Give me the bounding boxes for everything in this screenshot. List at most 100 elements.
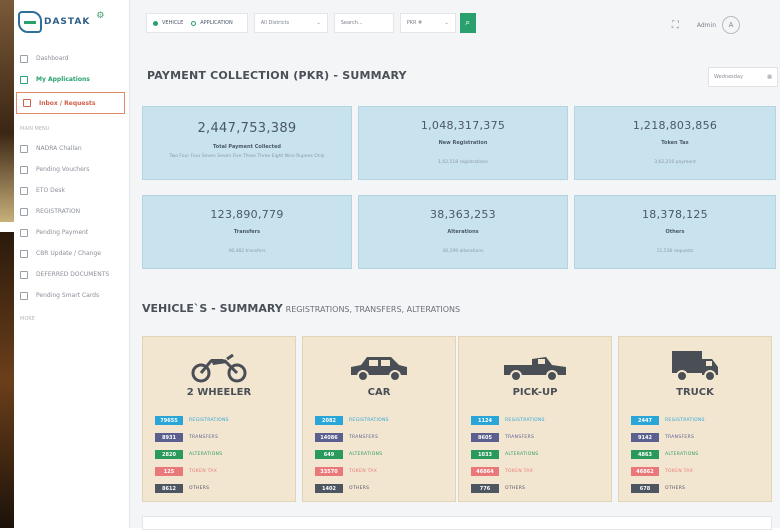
sidebar-item-dashboard[interactable]: Dashboard [14, 48, 129, 69]
sidebar-item-label: My Applications [36, 76, 90, 83]
search-input[interactable]: Search... [333, 13, 394, 33]
stat-row: 14086 TRANSFERS [315, 429, 455, 446]
card-value: 38,363,253 [430, 208, 496, 221]
stat-badge: 9142 [631, 433, 659, 442]
background-photo [0, 0, 14, 222]
stat-badge: 1124 [471, 416, 499, 425]
document-icon [20, 75, 28, 84]
stat-row: 2082 REGISTRATIONS [315, 412, 455, 429]
sidebar-item-label: Inbox / Requests [39, 99, 96, 107]
stat-label: TOKEN TAX [505, 469, 534, 474]
search-icon: ⌕ [465, 18, 471, 28]
section-title-text: VEHICLE`S - SUMMARY [142, 302, 283, 315]
stat-badge: 125 [155, 467, 183, 476]
stat-badge: 33570 [315, 467, 343, 476]
section-subtitle: REGISTRATIONS, TRANSFERS, ALTERATIONS [285, 305, 461, 314]
stat-label: TRANSFERS [505, 435, 535, 440]
app-window: DASTAK ⚙ Dashboard My Applications Inbox… [14, 0, 780, 530]
card-value: 18,378,125 [642, 208, 708, 221]
vehicle-radio[interactable] [153, 20, 158, 26]
stat-label: TRANSFERS [189, 435, 219, 440]
sidebar-item-inbox[interactable]: Inbox / Requests [16, 92, 125, 114]
card-label: Alterations [447, 229, 479, 235]
fullscreen-icon[interactable]: ⛶ [672, 20, 679, 31]
stat-row: 33570 TOKEN TAX [315, 463, 455, 480]
avatar[interactable]: A [722, 16, 740, 34]
period-select[interactable]: Wednesday ▦ [708, 67, 778, 87]
gear-icon[interactable]: ⚙ [96, 11, 104, 21]
sidebar-nav: Dashboard My Applications Inbox / Reques… [14, 44, 129, 328]
sidebar-item-pending-payment[interactable]: Pending Payment [14, 222, 129, 243]
stat-badge: 776 [471, 484, 499, 493]
user-name[interactable]: Admin [697, 22, 716, 29]
stat-badge: 678 [631, 484, 659, 493]
card-value: 1,218,803,856 [632, 119, 718, 132]
stat-row: 9142 TRANSFERS [631, 429, 771, 446]
vehicle-name: TRUCK [676, 387, 714, 398]
card-subtext: 46,482 transfers [228, 249, 266, 254]
sidebar-item-registration[interactable]: REGISTRATION [14, 201, 129, 222]
stat-label: REGISTRATIONS [505, 418, 545, 423]
stat-row: 776 OTHERS [471, 480, 611, 497]
vehicle-card-car: CAR 2082 REGISTRATIONS 14086 TRANSFERS 649… [302, 336, 456, 502]
stat-label: ALTERATIONS [505, 452, 539, 457]
section-title: VEHICLE`S - SUMMARY REGISTRATIONS, TRANSF… [142, 302, 460, 315]
stat-row: 649 ALTERATIONS [315, 446, 455, 463]
list-icon [20, 228, 28, 237]
sidebar-item-pending-vouchers[interactable]: Pending Vouchers [14, 159, 129, 180]
sidebar-item-nadra-challan[interactable]: NADRA Challan [14, 138, 129, 159]
type-radio-group: VEHICLE APPLICATION [146, 13, 248, 33]
card-value: 2,447,753,389 [197, 121, 297, 136]
sidebar-item-pending-smart-cards[interactable]: Pending Smart Cards [14, 285, 129, 306]
sidebar-item-label: DEFERRED DOCUMENTS [36, 271, 110, 278]
sidebar-item-label: Dashboard [36, 55, 69, 62]
stat-row: 8931 TRANSFERS [155, 429, 295, 446]
sidebar-section-label: MORE [20, 316, 35, 322]
stat-row: 1402 OTHERS [315, 480, 455, 497]
stat-row: 8605 TRANSFERS [471, 429, 611, 446]
filter-value: PKR # [406, 20, 423, 26]
stat-row: 79655 REGISTRATIONS [155, 412, 295, 429]
card-subtext: 30,199 alterations [442, 249, 484, 254]
stat-label: OTHERS [349, 486, 370, 491]
card-label: New Registration [438, 140, 488, 146]
calendar-icon: ▦ [767, 74, 772, 80]
dashboard-icon [20, 54, 28, 63]
stat-row: 46862 TOKEN TAX [631, 463, 771, 480]
stat-badge: 14086 [315, 433, 343, 442]
stat-label: REGISTRATIONS [189, 418, 229, 423]
sidebar-item-label: REGISTRATION [36, 208, 81, 215]
stat-label: OTHERS [189, 486, 210, 491]
page-title: PAYMENT COLLECTION (PKR) - SUMMARY [147, 69, 407, 82]
sidebar: DASTAK ⚙ Dashboard My Applications Inbox… [14, 0, 130, 528]
stat-badge: 2082 [315, 416, 343, 425]
sidebar-item-cbr-update[interactable]: CBR Update / Change [14, 243, 129, 264]
list-icon [20, 144, 28, 153]
search-button[interactable]: ⌕ [459, 13, 476, 33]
application-radio[interactable] [191, 20, 197, 26]
vehicle-card-pick-up: PICK-UP 1124 REGISTRATIONS 8605 TRANSFERS … [458, 336, 612, 502]
truck-icon [619, 343, 771, 383]
background-photo [0, 232, 14, 528]
radio-label: APPLICATION [200, 20, 233, 26]
logo[interactable]: DASTAK ⚙ [14, 0, 129, 44]
stat-label: ALTERATIONS [349, 452, 383, 457]
card-label: Transfers [233, 229, 261, 235]
filter-select[interactable]: PKR # ⌄ [399, 13, 456, 33]
vehicle-name: 2 WHEELER [186, 387, 252, 398]
card-subtext: 3,62,216 payment [654, 160, 696, 165]
sidebar-item-deferred-documents[interactable]: DEFERRED DOCUMENTS [14, 264, 129, 285]
summary-card-alterations: 38,363,253 Alterations 30,199 alteration… [358, 195, 568, 269]
summary-card-others: 18,378,125 Others 11,536 requests [574, 195, 776, 269]
stat-badge: 4863 [631, 450, 659, 459]
vehicle-name: CAR [367, 387, 391, 398]
vehicle-card-2-wheeler: 2 WHEELER 79655 REGISTRATIONS 8931 TRANSFE… [142, 336, 296, 502]
vehicle-card-truck: TRUCK 2447 REGISTRATIONS 9142 TRANSFERS 48… [618, 336, 772, 502]
sidebar-item-my-applications[interactable]: My Applications [14, 69, 129, 90]
chevron-down-icon: ⌄ [316, 20, 321, 26]
card-label: Others [665, 229, 685, 235]
sidebar-item-eto-desk[interactable]: ETO Desk [14, 180, 129, 201]
stat-badge: 8605 [471, 433, 499, 442]
stat-row: 4863 ALTERATIONS [631, 446, 771, 463]
district-select[interactable]: All Districts ⌄ [253, 13, 328, 33]
